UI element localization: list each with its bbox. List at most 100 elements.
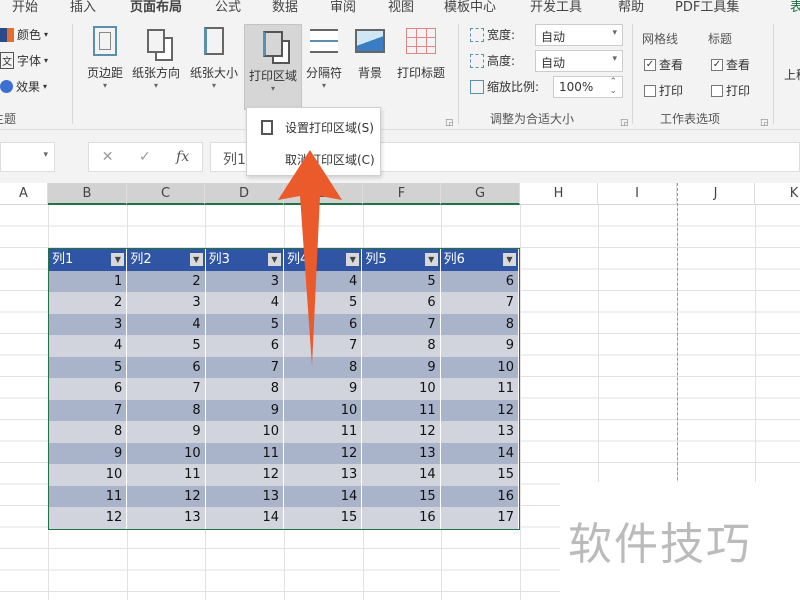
- width-select[interactable]: 自动 ▾: [535, 24, 623, 46]
- table-cell[interactable]: 4: [49, 335, 128, 357]
- table-cell[interactable]: 9: [283, 378, 363, 400]
- table-cell[interactable]: 10: [205, 421, 284, 443]
- table-cell[interactable]: 5: [362, 270, 441, 292]
- table-cell[interactable]: 3: [127, 292, 206, 314]
- gridlines-print-checkbox[interactable]: 打印: [644, 82, 683, 99]
- table-cell[interactable]: 13: [440, 421, 519, 443]
- column-header-K[interactable]: K: [755, 183, 800, 205]
- bring-forward-button[interactable]: 上移: [784, 66, 800, 83]
- gridlines-view-checkbox[interactable]: ✓ 查看: [644, 56, 683, 73]
- colors-button[interactable]: 颜色 ▾: [0, 26, 48, 43]
- column-header-D[interactable]: D: [205, 183, 284, 205]
- table-cell[interactable]: 10: [49, 464, 128, 486]
- table-cell[interactable]: 14: [362, 464, 441, 486]
- table-cell[interactable]: 8: [362, 335, 441, 357]
- height-select[interactable]: 自动 ▾: [535, 50, 623, 72]
- filter-dropdown-icon[interactable]: ▼: [424, 253, 438, 266]
- tab-3[interactable]: 公式: [215, 0, 241, 14]
- table-cell[interactable]: 11: [362, 399, 441, 421]
- scale-spinner[interactable]: 100% ⌃ ⌄: [553, 76, 623, 98]
- table-cell[interactable]: 7: [362, 313, 441, 335]
- tab-11[interactable]: 表设: [790, 0, 800, 14]
- print-titles-button[interactable]: 打印标题: [392, 22, 450, 81]
- table-cell[interactable]: 5: [49, 356, 128, 378]
- column-header-C[interactable]: C: [127, 183, 205, 205]
- table-cell[interactable]: 6: [127, 356, 206, 378]
- tab-5[interactable]: 审阅: [330, 0, 356, 14]
- table-cell[interactable]: 3: [205, 270, 284, 292]
- table-cell[interactable]: 9: [127, 421, 206, 443]
- table-cell[interactable]: 4: [283, 270, 363, 292]
- table-cell[interactable]: 11: [283, 421, 363, 443]
- table-cell[interactable]: 5: [205, 313, 284, 335]
- column-header-I[interactable]: I: [598, 183, 677, 205]
- headings-print-checkbox[interactable]: 打印: [711, 82, 750, 99]
- table-cell[interactable]: 4: [127, 313, 206, 335]
- table-header-cell[interactable]: 列6 ▼: [440, 249, 519, 271]
- filter-dropdown-icon[interactable]: ▼: [189, 253, 203, 266]
- tab-10[interactable]: PDF工具集: [675, 0, 739, 14]
- table-cell[interactable]: 10: [440, 356, 519, 378]
- effects-button[interactable]: 效果 ▾: [0, 78, 47, 95]
- enter-icon[interactable]: ✓: [139, 149, 151, 165]
- table-cell[interactable]: 10: [362, 378, 441, 400]
- headings-view-checkbox[interactable]: ✓ 查看: [711, 56, 750, 73]
- fonts-button[interactable]: 文字体 ▾: [0, 52, 48, 69]
- table-cell[interactable]: 16: [440, 485, 519, 507]
- tab-8[interactable]: 开发工具: [530, 0, 582, 14]
- data-table[interactable]: 列1 ▼ 列2 ▼ 列3 ▼ 列4 ▼ 列5 ▼ 列6 ▼ 1 2 3 4 5 6 2 3 4 5 6 7 3 4 5 6 7 8 4 5 6 7…: [48, 248, 520, 530]
- table-header-cell[interactable]: 列2 ▼: [127, 249, 206, 271]
- table-cell[interactable]: 6: [362, 292, 441, 314]
- table-header-cell[interactable]: 列4 ▼: [283, 249, 363, 271]
- table-cell[interactable]: 7: [283, 335, 363, 357]
- table-cell[interactable]: 13: [283, 464, 363, 486]
- print-area-button[interactable]: 打印区域 ▾: [244, 24, 302, 110]
- table-cell[interactable]: 13: [205, 485, 284, 507]
- table-cell[interactable]: 12: [440, 399, 519, 421]
- table-cell[interactable]: 8: [49, 421, 128, 443]
- column-header-E[interactable]: E: [284, 183, 363, 205]
- table-cell[interactable]: 11: [440, 378, 519, 400]
- breaks-button[interactable]: 分隔符 ▾: [302, 22, 346, 90]
- column-header-G[interactable]: G: [441, 183, 520, 205]
- table-cell[interactable]: 2: [127, 270, 206, 292]
- table-cell[interactable]: 14: [283, 485, 363, 507]
- cancel-icon[interactable]: ✕: [102, 149, 114, 165]
- table-cell[interactable]: 16: [362, 507, 441, 529]
- table-cell[interactable]: 8: [205, 378, 284, 400]
- table-header-cell[interactable]: 列1 ▼: [49, 249, 128, 271]
- table-header-cell[interactable]: 列3 ▼: [205, 249, 284, 271]
- tab-1[interactable]: 插入: [70, 0, 96, 14]
- column-header-J[interactable]: J: [677, 183, 755, 205]
- name-box[interactable]: ▾: [0, 142, 55, 172]
- filter-dropdown-icon[interactable]: ▼: [111, 253, 125, 266]
- table-cell[interactable]: 12: [283, 442, 363, 464]
- tab-0[interactable]: 开始: [12, 0, 38, 14]
- margins-button[interactable]: 页边距 ▾: [82, 22, 128, 90]
- table-cell[interactable]: 8: [440, 313, 519, 335]
- tab-7[interactable]: 模板中心: [444, 0, 496, 14]
- table-cell[interactable]: 12: [127, 485, 206, 507]
- table-cell[interactable]: 11: [205, 442, 284, 464]
- orientation-button[interactable]: 纸张方向 ▾: [128, 22, 184, 90]
- column-header-A[interactable]: A: [0, 183, 48, 205]
- background-button[interactable]: 背景: [350, 22, 390, 81]
- table-cell[interactable]: 1: [49, 270, 128, 292]
- sheet-options-launcher-icon[interactable]: ◲: [760, 118, 769, 128]
- table-cell[interactable]: 9: [440, 335, 519, 357]
- size-button[interactable]: 纸张大小 ▾: [186, 22, 242, 90]
- table-cell[interactable]: 3: [49, 313, 128, 335]
- table-cell[interactable]: 6: [205, 335, 284, 357]
- table-cell[interactable]: 7: [49, 399, 128, 421]
- table-cell[interactable]: 15: [440, 464, 519, 486]
- table-cell[interactable]: 11: [49, 485, 128, 507]
- clear-print-area-item[interactable]: 取消打印区域(C): [247, 144, 382, 174]
- table-cell[interactable]: 4: [205, 292, 284, 314]
- table-cell[interactable]: 12: [205, 464, 284, 486]
- table-cell[interactable]: 9: [205, 399, 284, 421]
- column-header-B[interactable]: B: [48, 183, 127, 205]
- table-cell[interactable]: 7: [205, 356, 284, 378]
- page-setup-launcher-icon[interactable]: ◲: [445, 118, 454, 128]
- table-cell[interactable]: 6: [283, 313, 363, 335]
- filter-dropdown-icon[interactable]: ▼: [346, 253, 360, 266]
